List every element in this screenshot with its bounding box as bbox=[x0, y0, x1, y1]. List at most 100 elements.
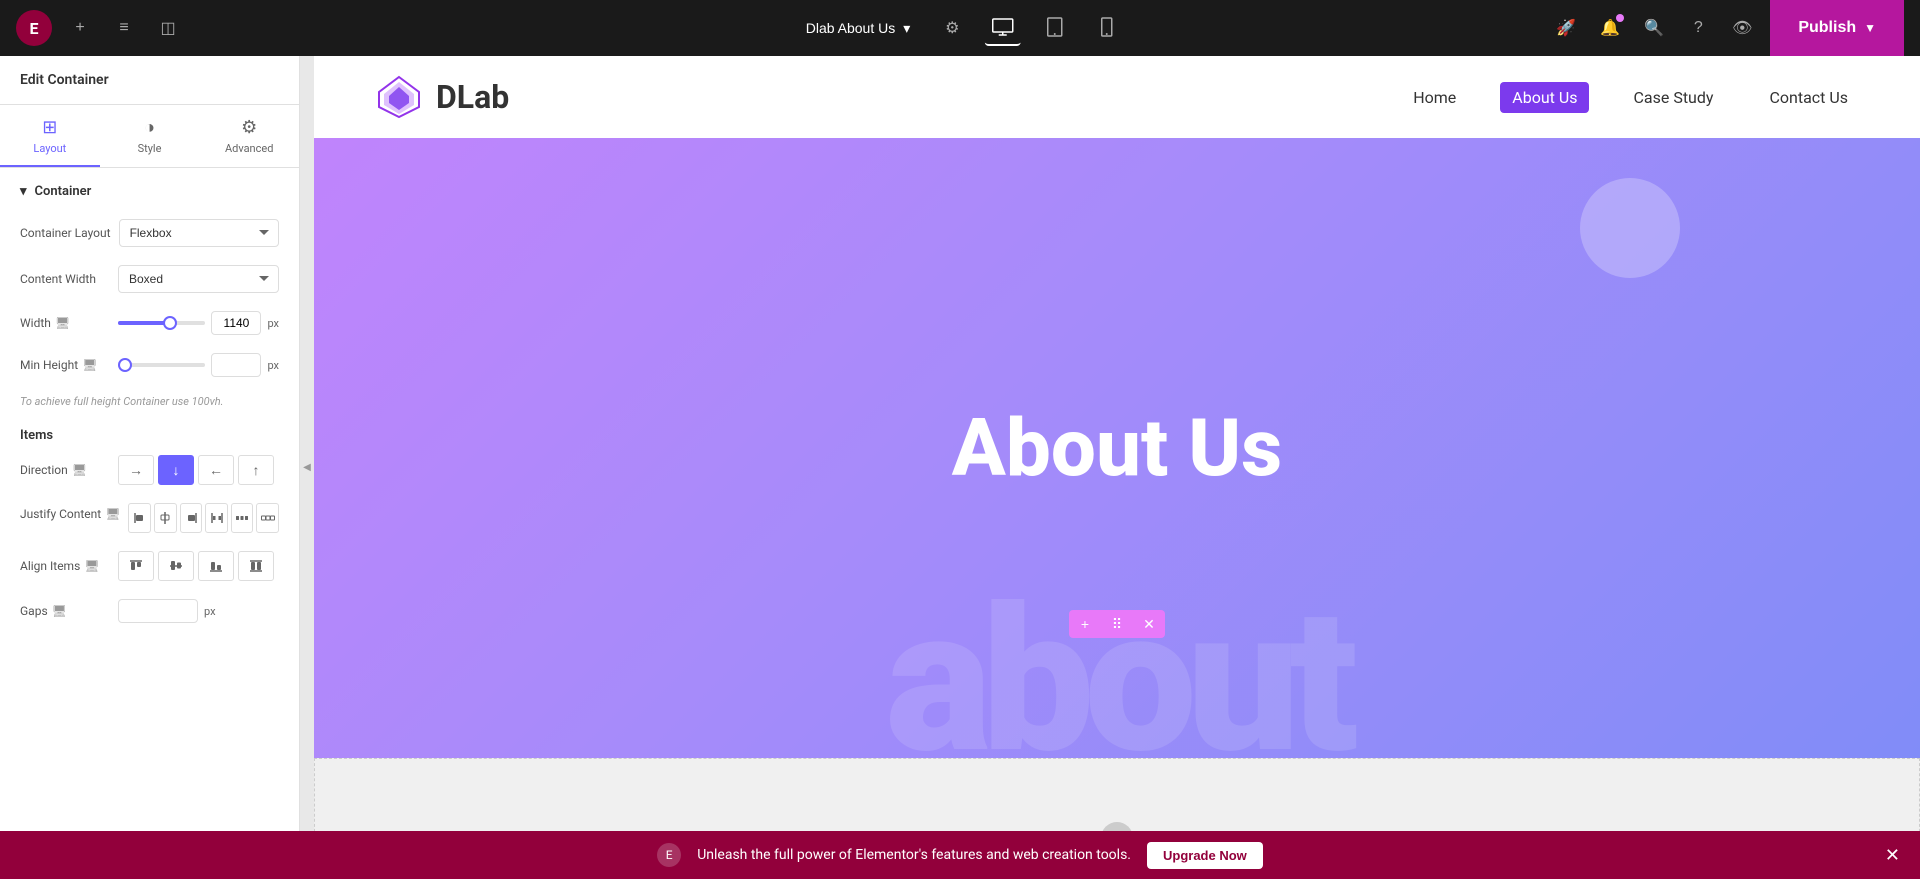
direction-up-button[interactable]: ↑ bbox=[238, 455, 274, 485]
justify-space-between-button[interactable] bbox=[205, 503, 228, 533]
justify-center-button[interactable] bbox=[154, 503, 177, 533]
container-layout-row: Container Layout Flexbox bbox=[20, 219, 279, 247]
brand-name: DLab bbox=[436, 78, 509, 116]
items-section-label: Items bbox=[20, 428, 279, 443]
device-mobile-button[interactable] bbox=[1088, 10, 1124, 46]
upgrade-bar-message: Unleash the full power of Elementor's fe… bbox=[697, 847, 1131, 863]
min-height-slider[interactable] bbox=[118, 359, 205, 371]
settings-button[interactable]: ⚙ bbox=[936, 12, 968, 44]
page-title-button[interactable]: Dlab About Us ▾ bbox=[796, 14, 921, 43]
panel-tabs: ⊞ Layout ◑ Style ⚙ Advanced bbox=[0, 105, 299, 168]
content-width-select[interactable]: Boxed bbox=[118, 265, 279, 293]
advanced-tab-label: Advanced bbox=[225, 142, 273, 155]
container-section-title[interactable]: ▾ Container bbox=[20, 184, 279, 199]
width-label: Width 🖥 bbox=[20, 316, 110, 330]
justify-space-evenly-button[interactable] bbox=[256, 503, 279, 533]
upgrade-btn-label: Upgrade Now bbox=[1163, 848, 1247, 863]
device-desktop-button[interactable] bbox=[984, 10, 1020, 46]
content-width-label: Content Width bbox=[20, 272, 110, 286]
plus-icon: + bbox=[75, 19, 84, 37]
section-title-text: Container bbox=[35, 184, 92, 199]
min-height-row: Min Height 🖥 px bbox=[20, 353, 279, 377]
bell-button[interactable]: 🔔 bbox=[1594, 12, 1626, 44]
justify-space-around-button[interactable] bbox=[231, 503, 254, 533]
publish-button[interactable]: Publish ▼ bbox=[1770, 0, 1904, 56]
width-unit[interactable]: px bbox=[267, 317, 279, 330]
gaps-label: Gaps 🖥 bbox=[20, 604, 110, 618]
help-button[interactable]: ? bbox=[1682, 12, 1714, 44]
justify-content-label: Justify Content 🖥 bbox=[20, 503, 120, 521]
panel-content: ▾ Container Container Layout Flexbox Con… bbox=[0, 168, 299, 657]
device-tablet-button[interactable] bbox=[1036, 10, 1072, 46]
container-toolbar: + ⠿ ✕ bbox=[1069, 610, 1165, 638]
gaps-unit[interactable]: px bbox=[204, 605, 216, 618]
direction-left-button[interactable]: ← bbox=[198, 455, 234, 485]
nav-home[interactable]: Home bbox=[1401, 82, 1468, 113]
hamburger-icon: ≡ bbox=[119, 19, 128, 37]
width-responsive-icon: 🖥 bbox=[55, 316, 70, 330]
hamburger-button[interactable]: ≡ bbox=[108, 12, 140, 44]
left-panel: Edit Container ⊞ Layout ◑ Style ⚙ Advanc… bbox=[0, 56, 300, 879]
panel-header-text: Edit Container bbox=[20, 72, 109, 88]
tab-layout[interactable]: ⊞ Layout bbox=[0, 105, 100, 167]
publish-chevron-icon: ▼ bbox=[1864, 21, 1876, 35]
close-upgrade-bar-button[interactable]: ✕ bbox=[1885, 845, 1900, 866]
search-button[interactable]: 🔍 bbox=[1638, 12, 1670, 44]
main-layout: Edit Container ⊞ Layout ◑ Style ⚙ Advanc… bbox=[0, 56, 1920, 879]
align-stretch-button[interactable] bbox=[238, 551, 274, 581]
min-height-unit[interactable]: px bbox=[267, 359, 279, 372]
container-add-button[interactable]: + bbox=[1069, 610, 1101, 638]
upgrade-now-button[interactable]: Upgrade Now bbox=[1147, 842, 1263, 869]
container-layout-label: Container Layout bbox=[20, 226, 111, 240]
gaps-responsive-icon: 🖥 bbox=[52, 604, 67, 618]
justify-end-button[interactable] bbox=[180, 503, 203, 533]
container-close-button[interactable]: ✕ bbox=[1133, 610, 1165, 638]
rocket-button[interactable]: 🚀 bbox=[1550, 12, 1582, 44]
layers-button[interactable]: ◫ bbox=[152, 12, 184, 44]
nav-contact-us[interactable]: Contact Us bbox=[1757, 82, 1860, 113]
container-layout-select[interactable]: Flexbox bbox=[119, 219, 279, 247]
min-height-input[interactable] bbox=[211, 353, 261, 377]
layers-icon: ◫ bbox=[160, 18, 175, 38]
width-input[interactable]: 1140 bbox=[211, 311, 261, 335]
min-height-responsive-icon: 🖥 bbox=[82, 358, 97, 372]
align-center-button[interactable] bbox=[158, 551, 194, 581]
align-end-button[interactable] bbox=[198, 551, 234, 581]
top-bar-center: Dlab About Us ▾ ⚙ bbox=[796, 10, 1125, 46]
hero-decorative-circle bbox=[1580, 178, 1680, 278]
justify-content-row: Justify Content 🖥 bbox=[20, 503, 279, 533]
gaps-input[interactable] bbox=[118, 599, 198, 623]
tab-style[interactable]: ◑ Style bbox=[100, 105, 200, 167]
top-bar: E + ≡ ◫ Dlab About Us ▾ ⚙ 🚀 🔔 bbox=[0, 0, 1920, 56]
direction-down-button[interactable]: ↓ bbox=[158, 455, 194, 485]
width-slider[interactable] bbox=[118, 317, 205, 329]
justify-content-buttons bbox=[128, 503, 279, 533]
container-layout-control: Flexbox bbox=[119, 219, 279, 247]
close-icon: ✕ bbox=[1143, 616, 1155, 633]
direction-label: Direction 🖥 bbox=[20, 463, 110, 477]
justify-start-button[interactable] bbox=[128, 503, 151, 533]
elementor-logo[interactable]: E bbox=[16, 10, 52, 46]
direction-responsive-icon: 🖥 bbox=[72, 463, 87, 477]
direction-right-button[interactable]: → bbox=[118, 455, 154, 485]
collapse-handle[interactable]: ◀ bbox=[300, 56, 314, 879]
add-element-button[interactable]: + bbox=[64, 12, 96, 44]
canvas-area: DLab Home About Us Case Study Contact Us… bbox=[314, 56, 1920, 879]
align-start-button[interactable] bbox=[118, 551, 154, 581]
content-width-control: Boxed bbox=[118, 265, 279, 293]
width-row: Width 🖥 1140 px bbox=[20, 311, 279, 335]
tab-advanced[interactable]: ⚙ Advanced bbox=[199, 105, 299, 167]
nav-case-study[interactable]: Case Study bbox=[1621, 82, 1725, 113]
direction-buttons: → ↓ ← ↑ bbox=[118, 455, 274, 485]
style-tab-icon: ◑ bbox=[144, 117, 155, 138]
hero-section: About Us about + ⠿ ✕ bbox=[314, 138, 1920, 758]
container-move-button[interactable]: ⠿ bbox=[1101, 610, 1133, 638]
nav-about-us[interactable]: About Us bbox=[1500, 82, 1589, 113]
close-upgrade-icon: ✕ bbox=[1885, 845, 1900, 865]
align-items-row: Align Items 🖥 bbox=[20, 551, 279, 581]
preview-button[interactable]: 👁 bbox=[1726, 12, 1758, 44]
align-items-label: Align Items 🖥 bbox=[20, 559, 110, 573]
hero-title: About Us bbox=[952, 401, 1282, 495]
hint-text: To achieve full height Container use 100… bbox=[20, 395, 279, 408]
min-height-label: Min Height 🖥 bbox=[20, 358, 110, 372]
